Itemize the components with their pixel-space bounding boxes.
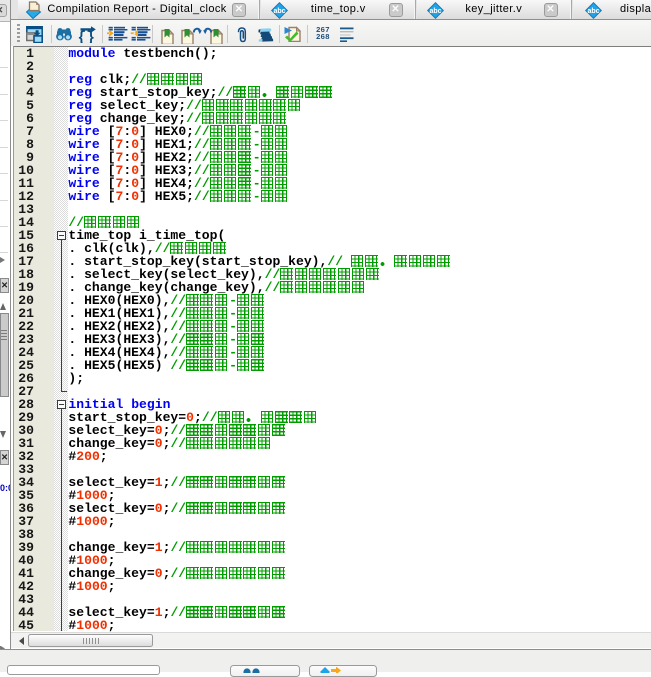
svg-text:abc: abc: [587, 8, 599, 15]
svg-text:abc: abc: [273, 8, 285, 15]
svg-text:{}: {}: [78, 30, 95, 43]
svg-text:abc: abc: [429, 8, 441, 15]
